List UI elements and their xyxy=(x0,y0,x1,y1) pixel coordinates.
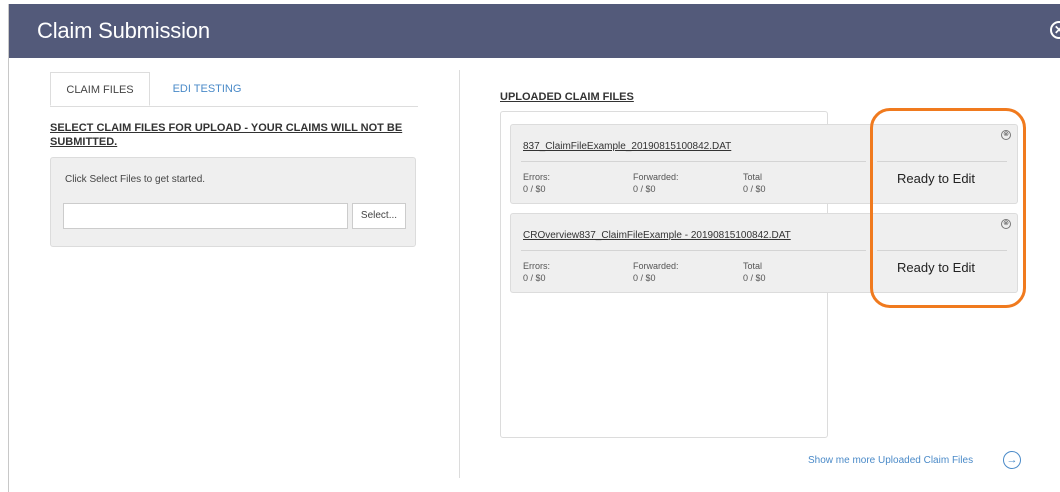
total-value: 0 / $0 xyxy=(743,184,766,194)
errors-value: 0 / $0 xyxy=(523,184,546,194)
upload-heading: SELECT CLAIM FILES FOR UPLOAD - YOUR CLA… xyxy=(50,122,403,148)
errors-stat: Errors: 0 / $0 xyxy=(523,260,550,284)
show-more-files-link[interactable]: Show me more Uploaded Claim Files xyxy=(808,455,973,466)
modal-title: Claim Submission xyxy=(37,18,210,43)
total-stat: Total 0 / $0 xyxy=(743,260,766,284)
forwarded-stat: Forwarded: 0 / $0 xyxy=(633,171,679,195)
total-value: 0 / $0 xyxy=(743,273,766,283)
upload-hint: Click Select Files to get started. xyxy=(65,174,206,185)
arrow-right-circle-icon[interactable]: → xyxy=(1003,451,1021,469)
card-divider xyxy=(521,250,866,251)
errors-label: Errors: xyxy=(523,172,550,182)
panel-divider xyxy=(459,70,460,478)
file-name-link[interactable]: 837_ClaimFileExample_20190815100842.DAT xyxy=(523,141,731,152)
uploaded-heading: UPLOADED CLAIM FILES xyxy=(500,91,634,103)
modal-header: Claim Submission ✕ xyxy=(9,4,1060,58)
upload-panel: Click Select Files to get started. Selec… xyxy=(50,157,416,247)
errors-stat: Errors: 0 / $0 xyxy=(523,171,550,195)
status-highlight-annotation xyxy=(870,108,1026,308)
errors-label: Errors: xyxy=(523,261,550,271)
tab-claim-files[interactable]: CLAIM FILES xyxy=(50,72,150,106)
forwarded-stat: Forwarded: 0 / $0 xyxy=(633,260,679,284)
errors-value: 0 / $0 xyxy=(523,273,546,283)
forwarded-label: Forwarded: xyxy=(633,172,679,182)
total-stat: Total 0 / $0 xyxy=(743,171,766,195)
tab-bar: CLAIM FILES EDI TESTING xyxy=(50,72,418,107)
total-label: Total xyxy=(743,261,763,271)
total-label: Total xyxy=(743,172,763,182)
forwarded-value: 0 / $0 xyxy=(633,273,656,283)
tab-edi-testing[interactable]: EDI TESTING xyxy=(162,72,252,106)
forwarded-label: Forwarded: xyxy=(633,261,679,271)
forwarded-value: 0 / $0 xyxy=(633,184,656,194)
file-path-input[interactable] xyxy=(63,203,348,229)
select-files-button[interactable]: Select... xyxy=(352,203,406,229)
close-icon[interactable]: ✕ xyxy=(1050,21,1060,39)
file-name-link[interactable]: CROverview837_ClaimFileExample - 2019081… xyxy=(523,230,791,241)
card-divider xyxy=(521,161,866,162)
